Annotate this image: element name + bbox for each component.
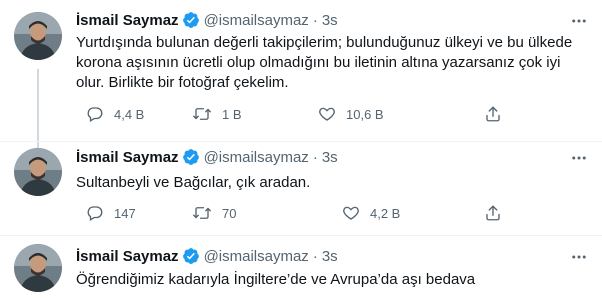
like-icon: [342, 204, 360, 222]
share-icon: [484, 105, 502, 123]
like-count: 10,6 B: [346, 106, 384, 122]
retweet-button[interactable]: 70: [192, 203, 236, 223]
tweet-header: İsmail Saymaz @ismailsaymaz · 3s: [76, 147, 338, 167]
timestamp[interactable]: 3s: [322, 12, 338, 29]
share-icon: [484, 204, 502, 222]
tweet-2[interactable]: İsmail Saymaz @ismailsaymaz · 3s Sultanb…: [0, 141, 602, 235]
separator-dot: ·: [312, 247, 318, 265]
author-handle[interactable]: @ismailsaymaz: [204, 149, 309, 166]
more-icon[interactable]: [568, 246, 590, 268]
tweet-actions: 147 70 4,2 B: [76, 203, 546, 223]
share-button[interactable]: [484, 104, 502, 124]
more-icon[interactable]: [568, 10, 590, 32]
tweet-text: Yurtdışında bulunan değerli takipçilerim…: [76, 34, 573, 91]
reply-button[interactable]: 4,4 B: [86, 104, 144, 124]
avatar[interactable]: [14, 12, 62, 60]
author-name[interactable]: İsmail Saymaz: [76, 12, 179, 29]
verified-badge-icon: [182, 148, 200, 166]
like-icon: [318, 105, 336, 123]
retweet-count: 1 B: [222, 106, 242, 122]
reply-count: 147: [114, 205, 136, 221]
retweet-icon: [192, 105, 212, 123]
retweet-button[interactable]: 1 B: [192, 104, 242, 124]
tweet-actions: 4,4 B 1 B 10,6 B: [76, 104, 546, 124]
timestamp[interactable]: 3s: [322, 149, 338, 166]
like-count: 4,2 B: [370, 205, 401, 221]
author-handle[interactable]: @ismailsaymaz: [204, 12, 309, 29]
tweet-header: İsmail Saymaz @ismailsaymaz · 3s: [76, 246, 338, 266]
author-name[interactable]: İsmail Saymaz: [76, 149, 179, 166]
avatar[interactable]: [14, 148, 62, 196]
author-name[interactable]: İsmail Saymaz: [76, 248, 179, 265]
tweet-3[interactable]: İsmail Saymaz @ismailsaymaz · 3s Öğrendi…: [0, 235, 602, 298]
tweet-header: İsmail Saymaz @ismailsaymaz · 3s: [76, 10, 338, 30]
separator-dot: ·: [312, 11, 318, 29]
separator-dot: ·: [312, 148, 318, 166]
more-icon[interactable]: [568, 147, 590, 169]
like-button[interactable]: 10,6 B: [318, 104, 384, 124]
timestamp[interactable]: 3s: [322, 248, 338, 265]
reply-count: 4,4 B: [114, 106, 145, 122]
reply-button[interactable]: 147: [86, 203, 136, 223]
reply-icon: [86, 105, 104, 123]
share-button[interactable]: [484, 203, 502, 223]
retweet-icon: [192, 204, 212, 222]
tweet-text: Sultanbeyli ve Bağcılar, çık aradan.: [76, 174, 311, 191]
like-button[interactable]: 4,2 B: [342, 203, 400, 223]
retweet-count: 70: [222, 205, 237, 221]
verified-badge-icon: [182, 11, 200, 29]
tweet-text: Öğrendiğimiz kadarıyla İngiltere’de ve A…: [76, 271, 476, 288]
author-handle[interactable]: @ismailsaymaz: [204, 248, 309, 265]
verified-badge-icon: [182, 247, 200, 265]
avatar[interactable]: [14, 244, 62, 292]
reply-icon: [86, 204, 104, 222]
tweet-1[interactable]: İsmail Saymaz @ismailsaymaz · 3s Yurtdış…: [0, 0, 602, 141]
